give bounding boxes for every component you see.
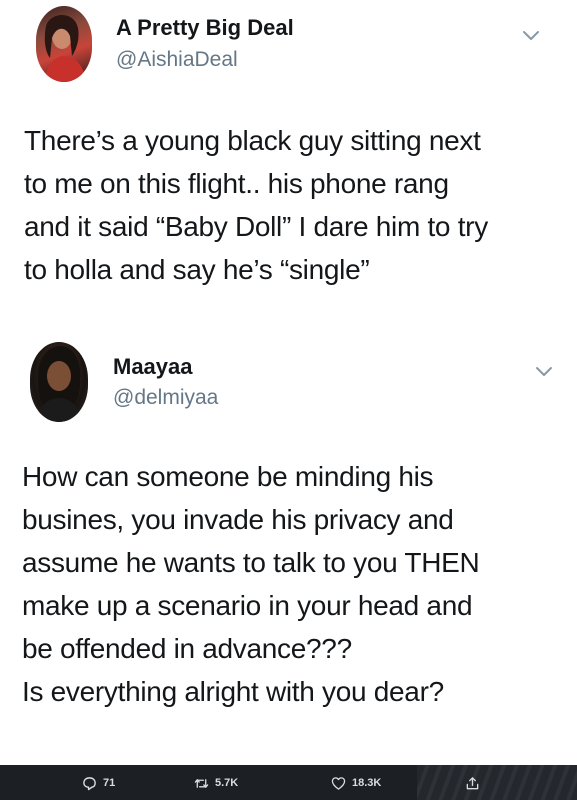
tweet-text: How can someone be minding his busines, … xyxy=(22,455,480,713)
user-handle[interactable]: @AishiaDeal xyxy=(116,48,238,72)
tweet-text-line: be offended in advance??? xyxy=(22,633,352,664)
avatar[interactable] xyxy=(36,6,92,82)
chevron-down-icon[interactable] xyxy=(520,24,542,46)
tweet-text-line: to holla and say he’s “single” xyxy=(24,254,370,285)
tweet-text-line: and it said “Baby Doll” I dare him to tr… xyxy=(24,211,488,242)
tweet-text-line: make up a scenario in your head and xyxy=(22,590,473,621)
tweet-text-line: There’s a young black guy sitting next xyxy=(24,125,481,156)
tweet-original: A Pretty Big Deal @AishiaDeal There’s a … xyxy=(0,0,577,330)
retweet-button[interactable]: 5.7K xyxy=(194,774,238,792)
like-button[interactable]: 18.3K xyxy=(331,774,381,792)
profile-photo-icon xyxy=(36,346,82,422)
like-count: 18.3K xyxy=(352,777,382,789)
profile-photo-icon xyxy=(44,15,86,82)
share-button[interactable] xyxy=(465,774,486,792)
retweet-count: 5.7K xyxy=(215,777,239,789)
tweet-text: There’s a young black guy sitting next t… xyxy=(24,119,488,291)
background-texture xyxy=(417,765,577,800)
tweet-reply: Maayaa @delmiyaa How can someone be mind… xyxy=(0,330,577,765)
user-handle[interactable]: @delmiyaa xyxy=(113,386,218,410)
avatar[interactable] xyxy=(30,342,88,422)
chevron-down-icon[interactable] xyxy=(533,360,555,382)
tweet-text-line: to me on this flight.. his phone rang xyxy=(24,168,449,199)
tweet-text-line: How can someone be minding his xyxy=(22,461,434,492)
display-name[interactable]: Maayaa xyxy=(113,354,193,380)
reply-icon xyxy=(83,776,96,790)
reply-count: 71 xyxy=(103,777,116,789)
tweet-text-line: Is everything alright with you dear? xyxy=(22,676,444,707)
tweet-text-line: assume he wants to talk to you THEN xyxy=(22,547,480,578)
heart-icon xyxy=(331,776,346,790)
reply-button[interactable]: 71 xyxy=(82,774,115,792)
tweet-text-line: busines, you invade his privacy and xyxy=(22,504,454,535)
retweet-icon xyxy=(194,778,209,788)
share-icon xyxy=(466,776,479,789)
display-name[interactable]: A Pretty Big Deal xyxy=(116,15,294,41)
tweet-action-bar: 71 5.7K 18.3K xyxy=(0,765,577,800)
